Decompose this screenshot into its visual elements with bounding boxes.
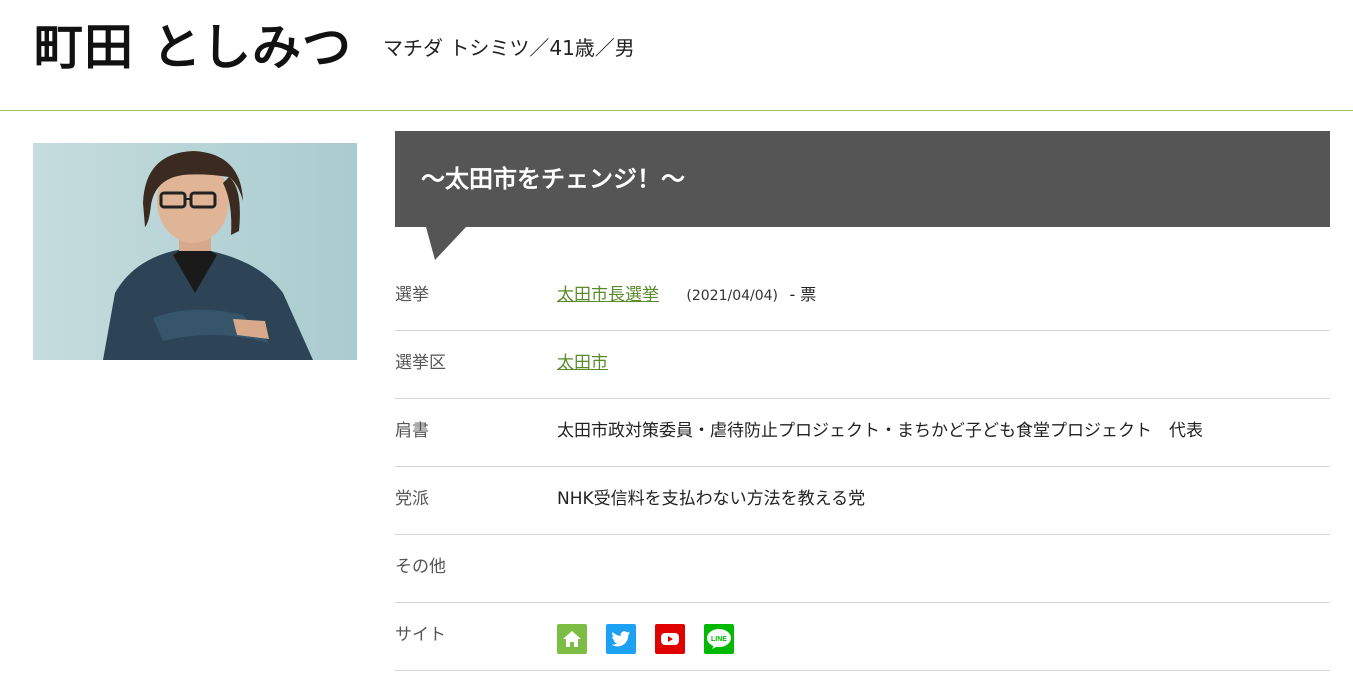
- title-label: 肩書: [395, 421, 429, 441]
- vote-count: - 票: [789, 285, 817, 304]
- catchphrase: 〜太田市をチェンジ！〜: [421, 165, 685, 193]
- election-link[interactable]: 太田市長選挙: [557, 285, 659, 305]
- candidate-name: 町田 としみつ: [34, 19, 353, 76]
- district-value: 太田市: [557, 351, 608, 375]
- line-icon[interactable]: LINE: [704, 624, 734, 654]
- election-label: 選挙: [395, 285, 429, 305]
- district-link[interactable]: 太田市: [557, 353, 608, 373]
- party-label: 党派: [395, 489, 429, 509]
- detail-row-party: 党派 NHK受信料を支払わない方法を教える党: [395, 467, 1330, 535]
- detail-row-other: その他: [395, 535, 1330, 603]
- other-label: その他: [395, 557, 446, 577]
- line-icon-text: LINE: [711, 636, 727, 643]
- site-links: LINE: [557, 624, 734, 654]
- detail-row-district: 選挙区 太田市: [395, 331, 1330, 399]
- youtube-icon[interactable]: [655, 624, 685, 654]
- home-icon[interactable]: [557, 624, 587, 654]
- detail-row-election: 選挙 太田市長選挙 (2021/04/04) - 票: [395, 263, 1330, 331]
- sites-label: サイト: [395, 625, 446, 645]
- catchphrase-box: 〜太田市をチェンジ！〜: [395, 131, 1330, 260]
- title-value: 太田市政対策委員・虐待防止プロジェクト・まちかど子ども食堂プロジェクト 代表: [557, 421, 1203, 441]
- twitter-icon[interactable]: [606, 624, 636, 654]
- candidate-photo: [33, 143, 357, 360]
- detail-row-sites: サイト LINE: [395, 603, 1330, 671]
- detail-row-title: 肩書 太田市政対策委員・虐待防止プロジェクト・まちかど子ども食堂プロジェクト 代…: [395, 399, 1330, 467]
- party-value: NHK受信料を支払わない方法を教える党: [557, 489, 866, 509]
- candidate-meta: マチダ トシミツ／41歳／男: [383, 36, 635, 60]
- district-label: 選挙区: [395, 353, 446, 373]
- candidate-details: 選挙 太田市長選挙 (2021/04/04) - 票 選挙区 太田市 肩書 太田…: [395, 263, 1330, 671]
- profile-header: 町田 としみつ マチダ トシミツ／41歳／男: [0, 0, 1353, 111]
- speech-tail: [426, 227, 466, 260]
- election-value: 太田市長選挙 (2021/04/04) - 票: [557, 283, 816, 308]
- election-date: (2021/04/04): [686, 288, 779, 304]
